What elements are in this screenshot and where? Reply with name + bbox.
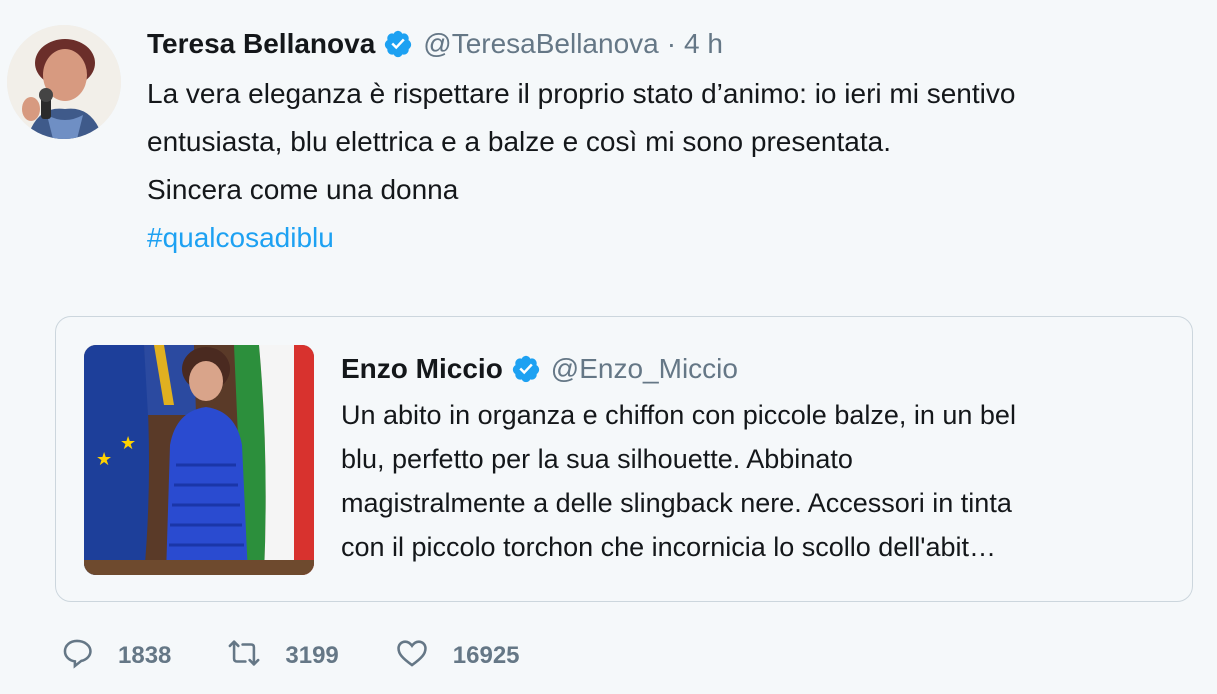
author-name[interactable]: Teresa Bellanova [147,28,375,60]
tweet-text-line: Sincera come una donna [147,174,459,205]
quoted-text-line: Un abito in organza e chiffon con piccol… [341,400,1016,430]
verified-badge-icon [511,354,541,384]
tweet-text-line: entusiasta, blu elettrica e a balze e co… [147,126,891,157]
quoted-author-handle[interactable]: @Enzo_Miccio [551,353,738,385]
like-icon [395,636,429,675]
svg-text:★: ★ [120,433,136,454]
retweet-button[interactable]: 3199 [227,636,339,675]
tweet-actions: 1838 3199 16925 [60,636,576,675]
reply-button[interactable]: 1838 [60,636,171,675]
quoted-text-line: blu, perfetto per la sua silhouette. Abb… [341,444,853,474]
tweet-text: La vera eleganza è rispettare il proprio… [147,70,1215,262]
hashtag-link[interactable]: #qualcosadiblu [147,214,1215,262]
reply-icon [60,636,94,675]
svg-text:★: ★ [96,449,112,470]
quoted-text-line: magistralmente a delle slingback nere. A… [341,488,1012,518]
verified-badge-icon [383,29,413,59]
tweet-header: Teresa Bellanova @TeresaBellanova · 4 h [147,24,723,64]
quoted-tweet-card[interactable]: ★ ★ Enzo Miccio @Enzo_Miccio Un abito in… [55,316,1193,602]
author-handle[interactable]: @TeresaBellanova [423,28,658,60]
retweet-icon [227,636,261,675]
retweet-count: 3199 [285,641,339,669]
quoted-tweet-text: Un abito in organza e chiffon con piccol… [341,393,1181,569]
separator: · [666,28,677,59]
quoted-tweet-header: Enzo Miccio @Enzo_Miccio [341,351,738,387]
author-avatar[interactable] [7,25,121,139]
quoted-author-name[interactable]: Enzo Miccio [341,353,503,385]
tweet-timestamp[interactable]: 4 h [684,28,723,60]
quoted-tweet-image[interactable]: ★ ★ [84,345,314,575]
reply-count: 1838 [118,641,172,669]
like-button[interactable]: 16925 [395,636,520,675]
tweet-text-line: La vera eleganza è rispettare il proprio… [147,78,1016,109]
like-count: 16925 [452,641,520,669]
quoted-text-line: con il piccolo torchon che incornicia lo… [341,532,996,562]
